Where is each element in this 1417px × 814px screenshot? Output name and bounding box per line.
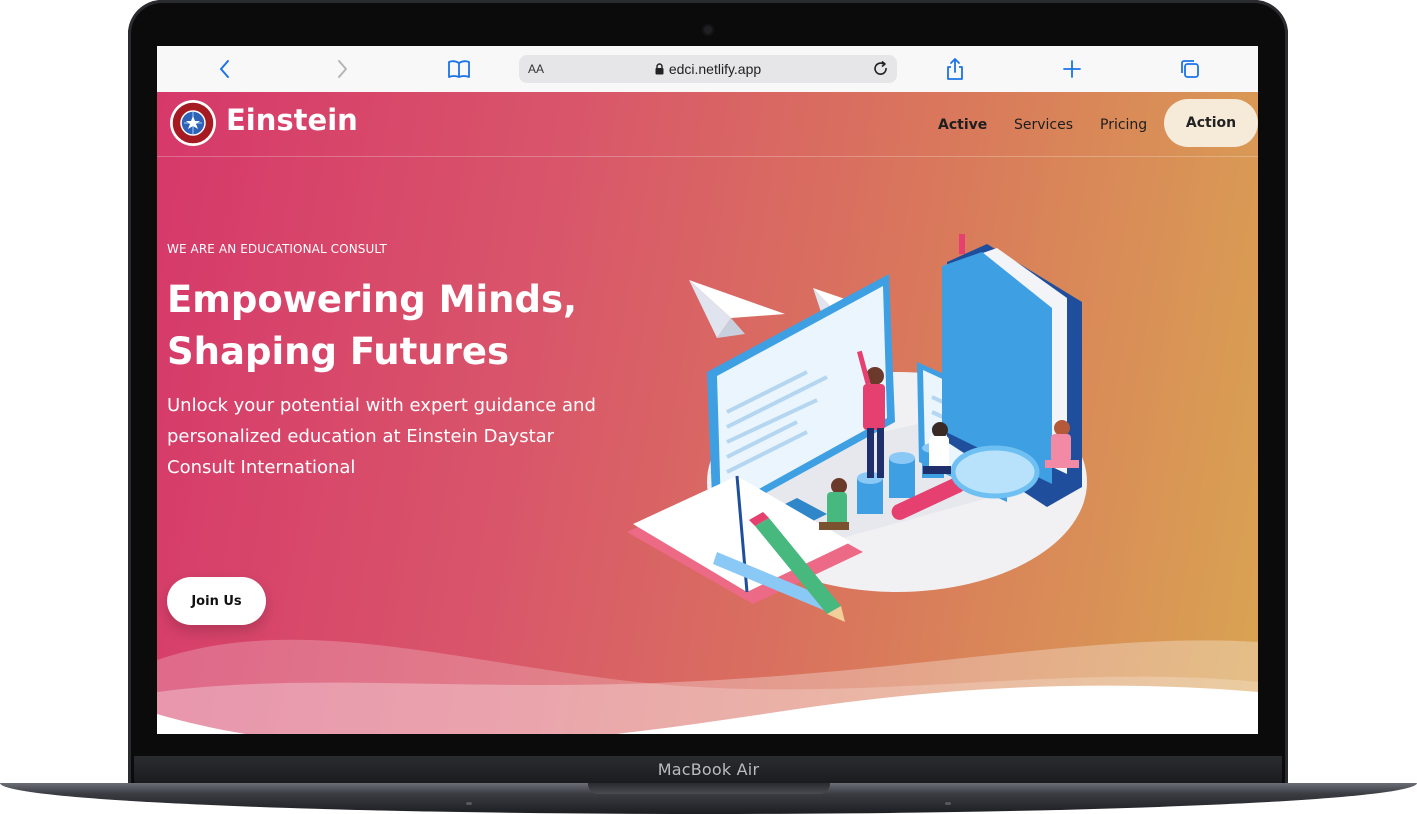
- address-bar[interactable]: AA edci.netlify.app: [519, 55, 897, 83]
- screen: AA edci.netlify.app Einstein Active Serv…: [157, 46, 1258, 734]
- action-button[interactable]: Action: [1164, 99, 1258, 147]
- hero-subtitle: Unlock your potential with expert guidan…: [167, 395, 596, 478]
- hero-title-line-1: Empowering Minds,: [167, 278, 578, 321]
- hero-title-line-2: Shaping Futures: [167, 330, 509, 373]
- logo-text[interactable]: Einstein: [226, 103, 358, 137]
- browser-toolbar: AA edci.netlify.app: [157, 46, 1258, 93]
- bookmarks-icon[interactable]: [447, 57, 471, 81]
- hero-waves: [157, 639, 1258, 734]
- hero-title: Empowering Minds, Shaping Futures: [167, 274, 587, 378]
- join-us-button[interactable]: Join Us: [167, 577, 266, 625]
- nav-link-services[interactable]: Services: [1014, 117, 1073, 133]
- logo-emblem[interactable]: [170, 100, 216, 146]
- laptop-foot: [466, 802, 472, 805]
- education-illustration: [627, 234, 1087, 622]
- device-label: MacBook Air: [657, 760, 760, 779]
- tabs-icon[interactable]: [1178, 57, 1202, 81]
- back-icon[interactable]: [213, 57, 237, 81]
- url-text: edci.netlify.app: [668, 61, 762, 77]
- nav-link-active[interactable]: Active: [938, 117, 987, 133]
- hero-section: Einstein Active Services Pricing Action …: [157, 92, 1258, 734]
- share-icon[interactable]: [943, 57, 967, 81]
- nav-link-pricing[interactable]: Pricing: [1100, 117, 1147, 133]
- forward-icon[interactable]: [330, 57, 354, 81]
- hero-eyebrow: WE ARE AN EDUCATIONAL CONSULT: [167, 242, 387, 256]
- reload-icon[interactable]: [871, 59, 891, 79]
- paper-plane-icon: [689, 280, 785, 338]
- laptop-foot: [945, 802, 951, 805]
- lock-icon: [655, 62, 664, 78]
- laptop-notch: [588, 783, 830, 794]
- site-navbar: Einstein Active Services Pricing Action: [157, 92, 1258, 157]
- camera-icon: [704, 26, 712, 34]
- new-tab-icon[interactable]: [1060, 57, 1084, 81]
